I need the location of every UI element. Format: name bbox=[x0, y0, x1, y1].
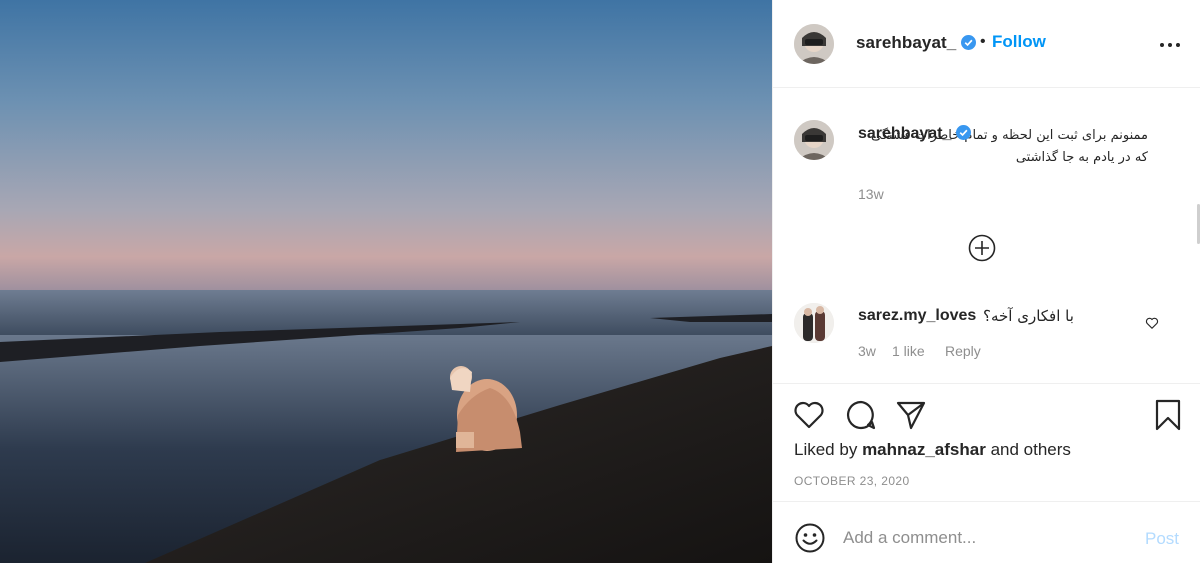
liked-by-user[interactable]: mahnaz_afshar bbox=[862, 440, 986, 459]
follow-button[interactable]: Follow bbox=[992, 32, 1046, 52]
share-icon[interactable] bbox=[894, 398, 928, 432]
verified-badge-icon bbox=[956, 125, 972, 140]
comment-like-count[interactable]: 1 like bbox=[892, 343, 925, 359]
add-comment-bar: Post bbox=[773, 502, 1200, 563]
likes-others-link[interactable]: and others bbox=[991, 440, 1071, 459]
verified-badge-icon bbox=[961, 35, 977, 50]
more-options-icon[interactable] bbox=[1159, 38, 1181, 52]
comment-timestamp[interactable]: 3w bbox=[858, 343, 876, 359]
post-header: sarehbayat_ • Follow bbox=[773, 0, 1200, 88]
reply-button[interactable]: Reply bbox=[945, 343, 981, 359]
add-comment-input[interactable] bbox=[843, 524, 1133, 552]
likes-summary: Liked by mahnaz_afshar and others bbox=[794, 440, 1071, 459]
post-comment-button[interactable]: Post bbox=[1145, 529, 1179, 549]
caption-timestamp[interactable]: 13w bbox=[858, 186, 884, 202]
instagram-post-modal: sarehbayat_ • Follow ممنونم برای ثبت این… bbox=[0, 0, 1200, 563]
post-sidebar: sarehbayat_ • Follow ممنونم برای ثبت این… bbox=[772, 0, 1200, 563]
avatar[interactable] bbox=[794, 120, 834, 160]
comments-list[interactable]: ممنونم برای ثبت این لحظه و تمام خاطرات ق… bbox=[773, 88, 1200, 384]
comment-icon[interactable] bbox=[844, 398, 878, 432]
heart-icon[interactable] bbox=[1145, 316, 1159, 330]
avatar[interactable] bbox=[794, 24, 834, 64]
avatar[interactable] bbox=[794, 303, 834, 343]
post-author-username[interactable]: sarehbayat_ bbox=[856, 33, 977, 53]
emoji-icon[interactable] bbox=[794, 522, 826, 554]
post-photo[interactable] bbox=[0, 0, 772, 563]
post-actions: Liked by mahnaz_afshar and others OCTOBE… bbox=[773, 384, 1200, 502]
beach-sunset-image bbox=[0, 0, 772, 563]
bookmark-icon[interactable] bbox=[1151, 398, 1185, 432]
comment-text: با افکاری آخه؟ bbox=[983, 307, 1074, 325]
post-date[interactable]: OCTOBER 23, 2020 bbox=[794, 474, 910, 488]
heart-icon[interactable] bbox=[792, 398, 826, 432]
comment-username[interactable]: sarez.my_loves bbox=[858, 307, 976, 325]
caption-username[interactable]: sarehbayat_ bbox=[858, 125, 972, 143]
separator-dot: • bbox=[980, 33, 986, 50]
load-more-comments-icon[interactable] bbox=[968, 234, 996, 262]
